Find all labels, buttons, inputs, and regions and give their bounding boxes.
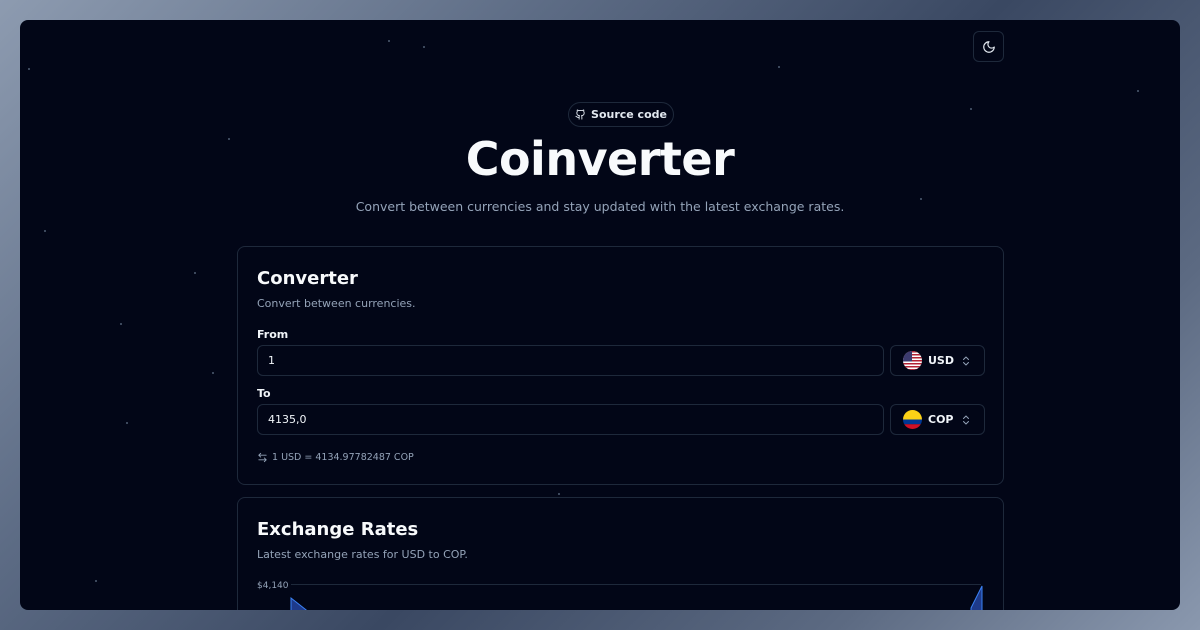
star-dot xyxy=(423,46,425,48)
source-code-button[interactable]: Source code xyxy=(568,102,674,127)
star-dot xyxy=(970,108,972,110)
page-subtitle: Convert between currencies and stay upda… xyxy=(355,199,845,214)
to-amount-input[interactable] xyxy=(257,404,884,435)
star-dot xyxy=(28,68,30,70)
star-dot xyxy=(778,66,780,68)
star-dot xyxy=(95,580,97,582)
star-dot xyxy=(120,323,122,325)
converter-description: Convert between currencies. xyxy=(257,297,416,310)
app-window: Source code Coinverter Convert between c… xyxy=(20,20,1180,610)
github-icon xyxy=(575,109,585,120)
from-amount-input[interactable] xyxy=(257,345,884,376)
page-title: Coinverter xyxy=(465,132,735,186)
star-dot xyxy=(126,422,128,424)
chevrons-up-down-icon xyxy=(963,356,969,366)
star-dot xyxy=(44,230,46,232)
converter-title: Converter xyxy=(257,268,358,289)
exchange-rates-card: Exchange Rates Latest exchange rates for… xyxy=(237,497,1004,610)
to-currency-code: COP xyxy=(928,413,954,426)
us-flag-icon xyxy=(903,351,922,370)
theme-toggle-button[interactable] xyxy=(973,31,1004,62)
colombia-flag-icon xyxy=(903,410,922,429)
swap-arrows-icon xyxy=(258,452,267,463)
from-currency-code: USD xyxy=(928,354,954,367)
star-dot xyxy=(194,272,196,274)
from-label: From xyxy=(257,328,289,341)
chart-area-left xyxy=(290,596,308,610)
chart-area-right xyxy=(970,585,983,610)
source-code-label: Source code xyxy=(591,108,667,121)
to-currency-select[interactable]: COP xyxy=(890,404,985,435)
exchange-rate-chart xyxy=(290,585,983,610)
star-dot xyxy=(1137,90,1139,92)
moon-icon xyxy=(982,40,995,53)
star-dot xyxy=(212,372,214,374)
to-label: To xyxy=(257,387,271,400)
star-dot xyxy=(388,40,390,42)
converter-card: Converter Convert between currencies. Fr… xyxy=(237,246,1004,485)
exchange-rate-text: 1 USD = 4134.97782487 COP xyxy=(272,452,414,463)
star-dot xyxy=(558,493,560,495)
from-currency-select[interactable]: USD xyxy=(890,345,985,376)
chevrons-up-down-icon xyxy=(963,415,969,425)
exchange-rate-info: 1 USD = 4134.97782487 COP xyxy=(257,452,414,463)
